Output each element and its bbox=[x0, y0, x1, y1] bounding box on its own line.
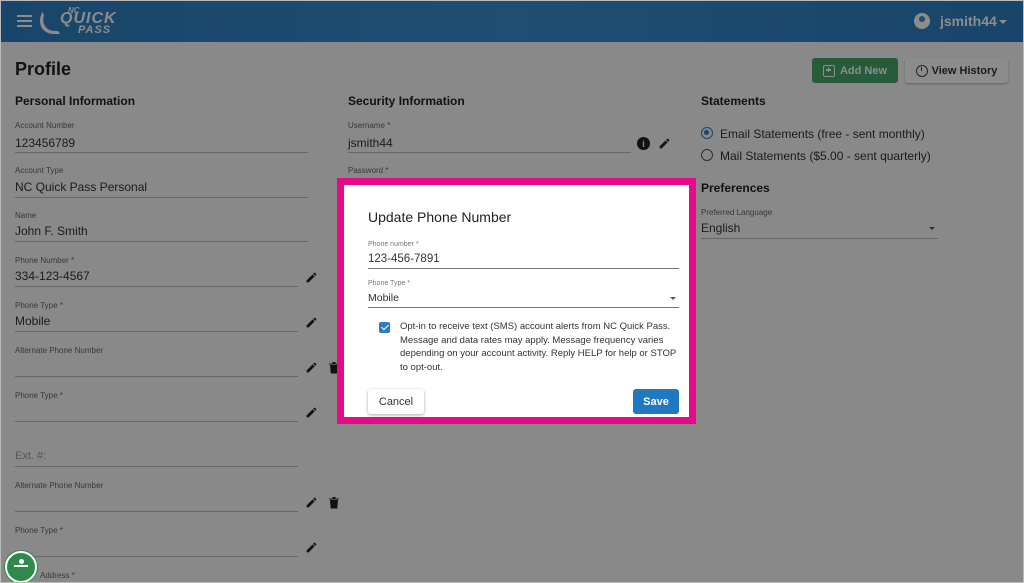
save-button[interactable]: Save bbox=[633, 389, 679, 414]
cancel-button[interactable]: Cancel bbox=[368, 389, 424, 414]
sms-optin-checkbox[interactable] bbox=[379, 322, 390, 333]
dialog-type-label: Phone Type * bbox=[368, 280, 410, 287]
dialog-phone-underline bbox=[368, 268, 679, 269]
dialog-phone-label: Phone number * bbox=[368, 241, 419, 248]
dialog-phone-input[interactable]: 123-456-7891 bbox=[368, 253, 440, 265]
sms-optin-text: Opt-in to receive text (SMS) account ale… bbox=[400, 321, 677, 373]
accessibility-icon[interactable] bbox=[5, 551, 37, 583]
update-phone-dialog: Update Phone Number Phone number * 123-4… bbox=[337, 178, 696, 424]
dialog-type-underline bbox=[368, 307, 679, 308]
chevron-down-icon[interactable] bbox=[670, 297, 676, 300]
dialog-title: Update Phone Number bbox=[368, 209, 512, 225]
dialog-type-select[interactable]: Mobile bbox=[368, 292, 399, 304]
